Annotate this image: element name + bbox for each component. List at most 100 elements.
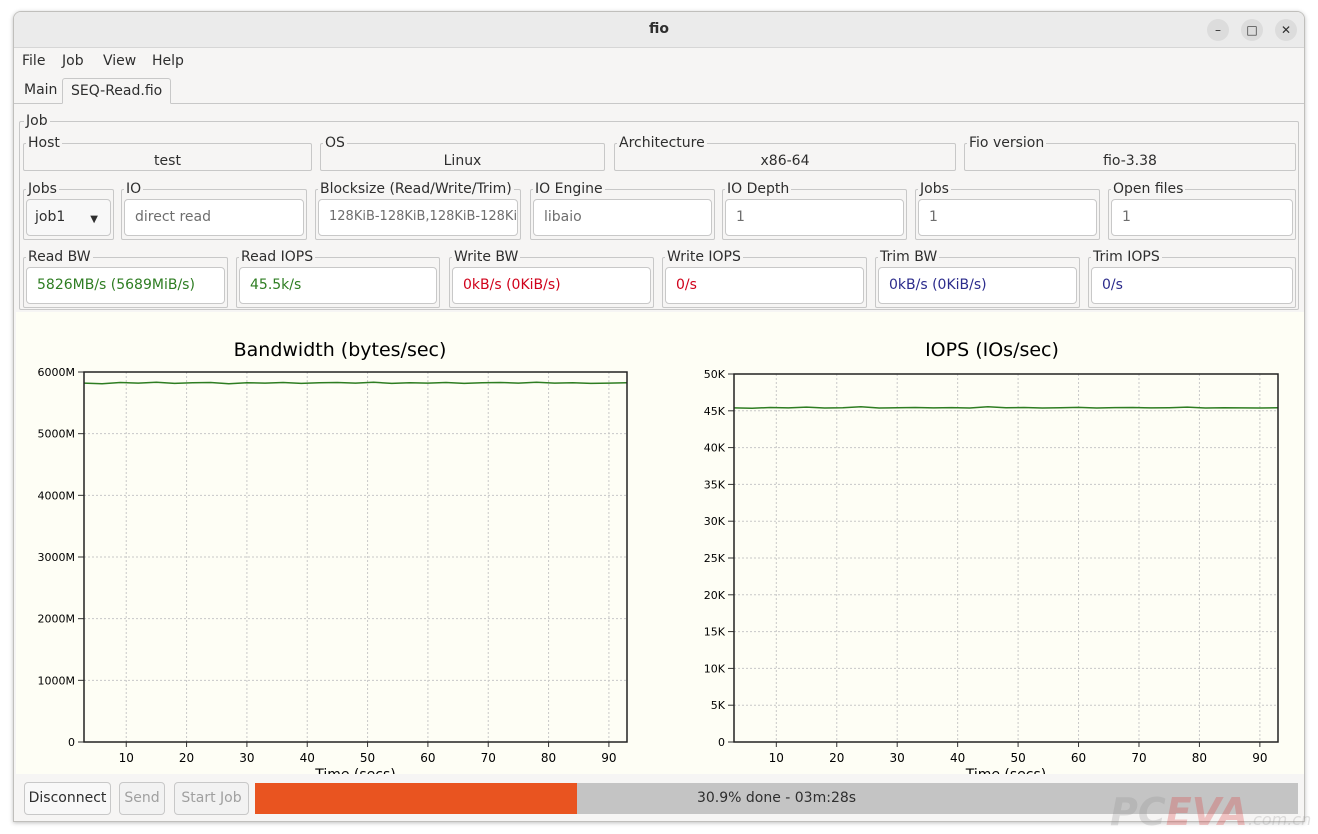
maximize-icon[interactable]: □ bbox=[1241, 19, 1263, 41]
minimize-icon[interactable]: – bbox=[1207, 19, 1229, 41]
job-frame: Job Host test OS Linux Architecture x86-… bbox=[19, 113, 1299, 310]
title-bar: fio – □ ✕ bbox=[14, 12, 1304, 48]
trim-bw-box: Trim BW 0kB/s (0KiB/s) bbox=[875, 249, 1080, 308]
x-tick-label: 20 bbox=[829, 751, 844, 765]
x-tick-label: 30 bbox=[239, 751, 254, 765]
x-tick-label: 40 bbox=[950, 751, 965, 765]
fio-version-label: Fio version bbox=[967, 135, 1047, 151]
disconnect-button[interactable]: Disconnect bbox=[24, 782, 111, 815]
y-tick-label: 45K bbox=[704, 405, 726, 418]
write-iops-box: Write IOPS 0/s bbox=[662, 249, 867, 308]
x-tick-label: 60 bbox=[420, 751, 435, 765]
y-tick-label: 5000M bbox=[38, 428, 76, 441]
host-label: Host bbox=[26, 135, 62, 151]
menu-bar: File Job View Help bbox=[14, 49, 1304, 75]
x-tick-label: 10 bbox=[769, 751, 784, 765]
write-bw-field[interactable]: 0kB/s (0KiB/s) bbox=[452, 267, 651, 304]
open-files-label: Open files bbox=[1111, 181, 1186, 197]
io-depth-box: IO Depth 1 bbox=[722, 181, 907, 240]
read-iops-label: Read IOPS bbox=[239, 249, 316, 265]
chevron-down-icon: ▼ bbox=[90, 214, 98, 225]
tab-seq-read[interactable]: SEQ-Read.fio bbox=[62, 78, 172, 104]
io-engine-field[interactable]: libaio bbox=[533, 199, 712, 236]
open-files-box: Open files 1 bbox=[1108, 181, 1296, 240]
start-job-button[interactable]: Start Job bbox=[174, 782, 249, 815]
io-depth-field[interactable]: 1 bbox=[725, 199, 904, 236]
y-tick-label: 6000M bbox=[38, 366, 76, 379]
x-axis-label: Time (secs) bbox=[314, 767, 396, 774]
os-value: Linux bbox=[443, 153, 482, 169]
read-iops-field[interactable]: 45.5k/s bbox=[239, 267, 437, 304]
read-bw-box: Read BW 5826MB/s (5689MiB/s) bbox=[23, 249, 228, 308]
chart-title: Bandwidth (bytes/sec) bbox=[234, 339, 447, 361]
job-frame-label: Job bbox=[24, 113, 50, 129]
jobs-dropdown-value: job1 bbox=[35, 209, 66, 225]
write-iops-label: Write IOPS bbox=[665, 249, 743, 265]
x-tick-label: 50 bbox=[360, 751, 375, 765]
write-iops-field[interactable]: 0/s bbox=[665, 267, 864, 304]
fio-version-value: fio-3.38 bbox=[1103, 153, 1157, 169]
y-tick-label: 15K bbox=[704, 626, 726, 639]
x-tick-label: 20 bbox=[179, 751, 194, 765]
trim-bw-label: Trim BW bbox=[878, 249, 940, 265]
y-tick-label: 50K bbox=[704, 368, 726, 381]
jobs-dropdown[interactable]: job1 ▼ bbox=[26, 199, 111, 236]
x-tick-label: 40 bbox=[300, 751, 315, 765]
trim-iops-box: Trim IOPS 0/s bbox=[1088, 249, 1296, 308]
close-icon[interactable]: ✕ bbox=[1275, 19, 1297, 41]
fio-version-box: Fio version fio-3.38 bbox=[964, 135, 1296, 171]
io-engine-label: IO Engine bbox=[533, 181, 605, 197]
jobs-count-label: Jobs bbox=[918, 181, 951, 197]
fio-window: fio – □ ✕ File Job View Help Main SEQ-Re… bbox=[13, 11, 1305, 822]
os-box: OS Linux bbox=[320, 135, 605, 171]
write-bw-label: Write BW bbox=[452, 249, 521, 265]
architecture-box: Architecture x86-64 bbox=[614, 135, 956, 171]
blocksize-field[interactable]: 128KiB-128KiB,128KiB-128KiB,128KiB-128Ki… bbox=[318, 199, 518, 236]
menu-help[interactable]: Help bbox=[152, 53, 184, 69]
x-axis-label: Time (secs) bbox=[965, 767, 1047, 774]
x-tick-label: 80 bbox=[1192, 751, 1207, 765]
io-depth-label: IO Depth bbox=[725, 181, 792, 197]
iops-chart: IOPS (IOs/sec) 10 20 30 40 50 60 70 80 90 0 5K 10K 15… bbox=[704, 339, 1279, 774]
series-line-0 bbox=[733, 406, 1279, 409]
watermark-logo: PCEVA.com.cn bbox=[1110, 790, 1312, 834]
x-tick-label: 90 bbox=[1252, 751, 1267, 765]
y-tick-label: 0 bbox=[68, 736, 75, 749]
jobs-select-box: Jobs job1 ▼ bbox=[23, 181, 114, 240]
write-bw-box: Write BW 0kB/s (0KiB/s) bbox=[449, 249, 654, 308]
menu-job[interactable]: Job bbox=[62, 53, 84, 69]
trim-iops-field[interactable]: 0/s bbox=[1091, 267, 1293, 304]
x-tick-label: 30 bbox=[890, 751, 905, 765]
y-tick-label: 25K bbox=[704, 552, 726, 565]
x-tick-label: 10 bbox=[119, 751, 134, 765]
y-tick-label: 1000M bbox=[38, 674, 76, 687]
trim-bw-field[interactable]: 0kB/s (0KiB/s) bbox=[878, 267, 1077, 304]
tab-bar: Main SEQ-Read.fio bbox=[14, 76, 1304, 104]
tab-main[interactable]: Main bbox=[16, 78, 65, 104]
jobs-select-label: Jobs bbox=[26, 181, 59, 197]
menu-file[interactable]: File bbox=[22, 53, 45, 69]
host-box: Host test bbox=[23, 135, 312, 171]
menu-view[interactable]: View bbox=[103, 53, 136, 69]
io-engine-box: IO Engine libaio bbox=[530, 181, 715, 240]
host-value: test bbox=[154, 153, 181, 169]
y-tick-label: 40K bbox=[704, 442, 726, 455]
bandwidth-chart: Bandwidth (bytes/sec) 10 20 30 40 50 60 70 80 90 0… bbox=[38, 339, 628, 774]
open-files-field[interactable]: 1 bbox=[1111, 199, 1293, 236]
io-field[interactable]: direct read bbox=[124, 199, 304, 236]
x-tick-label: 70 bbox=[1131, 751, 1146, 765]
x-tick-label: 90 bbox=[601, 751, 616, 765]
y-tick-label: 30K bbox=[704, 515, 726, 528]
y-tick-label: 20K bbox=[704, 589, 726, 602]
send-button[interactable]: Send bbox=[119, 782, 165, 815]
y-tick-label: 4000M bbox=[38, 489, 76, 502]
blocksize-box: Blocksize (Read/Write/Trim) 128KiB-128Ki… bbox=[315, 181, 521, 240]
jobs-count-field[interactable]: 1 bbox=[918, 199, 1097, 236]
read-iops-box: Read IOPS 45.5k/s bbox=[236, 249, 440, 308]
chart-title: IOPS (IOs/sec) bbox=[925, 339, 1059, 361]
read-bw-field[interactable]: 5826MB/s (5689MiB/s) bbox=[26, 267, 225, 304]
os-label: OS bbox=[323, 135, 347, 151]
y-tick-label: 5K bbox=[711, 699, 726, 712]
x-tick-label: 50 bbox=[1010, 751, 1025, 765]
y-tick-label: 0 bbox=[718, 736, 725, 749]
